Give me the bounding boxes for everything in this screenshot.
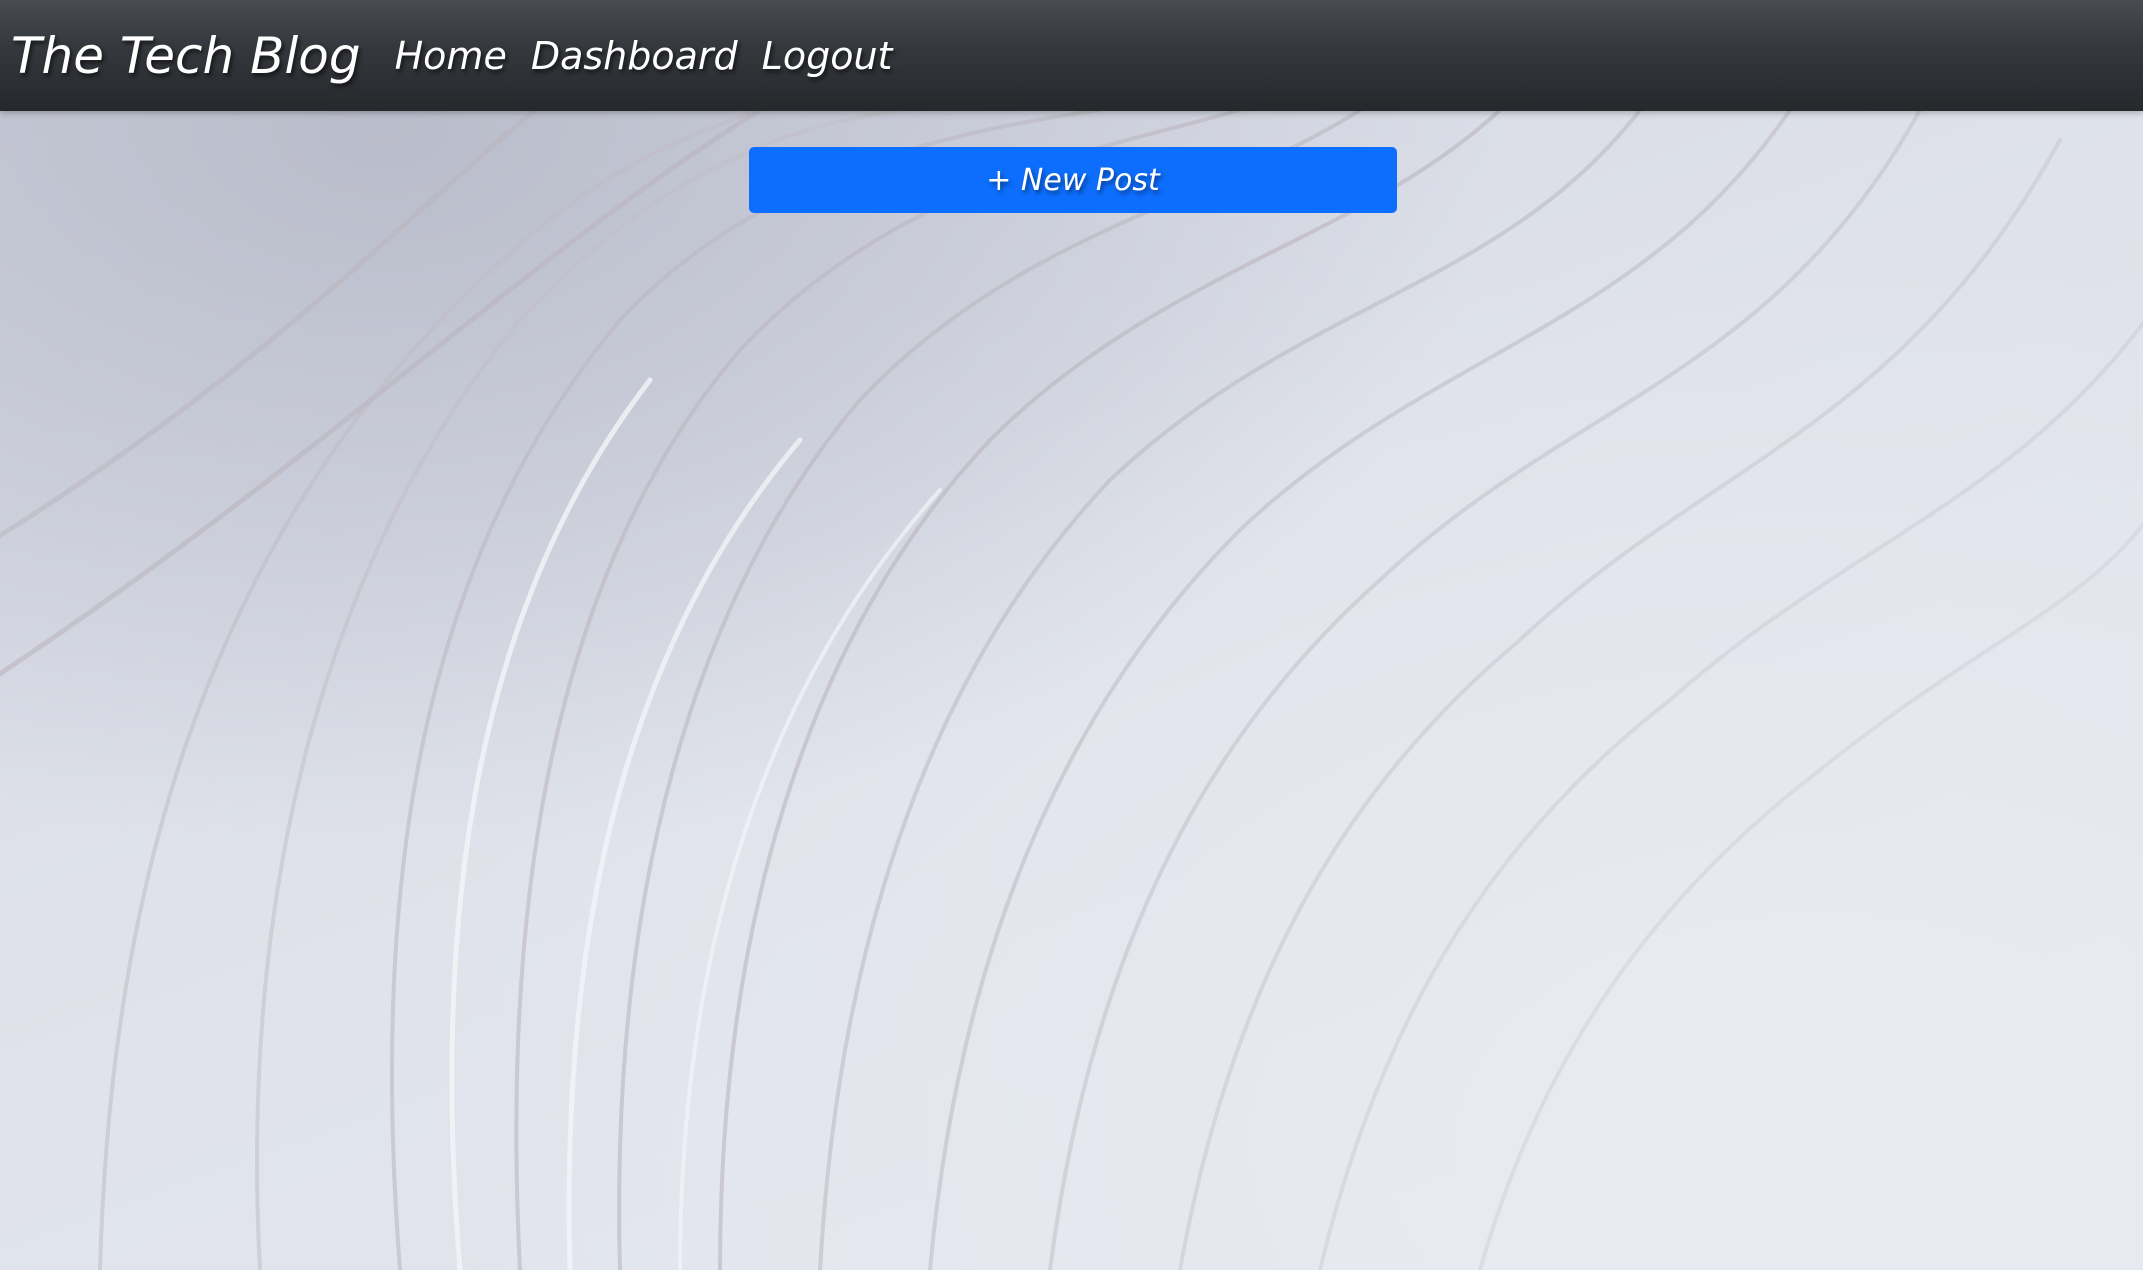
new-post-button[interactable]: + New Post (749, 147, 1397, 213)
nav-links: Home Dashboard Logout (395, 34, 917, 78)
nav-link-dashboard[interactable]: Dashboard (531, 34, 738, 78)
nav-link-home[interactable]: Home (395, 34, 507, 78)
top-navbar: The Tech Blog Home Dashboard Logout (0, 0, 2143, 111)
site-brand[interactable]: The Tech Blog (11, 27, 361, 85)
nav-link-logout[interactable]: Logout (762, 34, 893, 78)
